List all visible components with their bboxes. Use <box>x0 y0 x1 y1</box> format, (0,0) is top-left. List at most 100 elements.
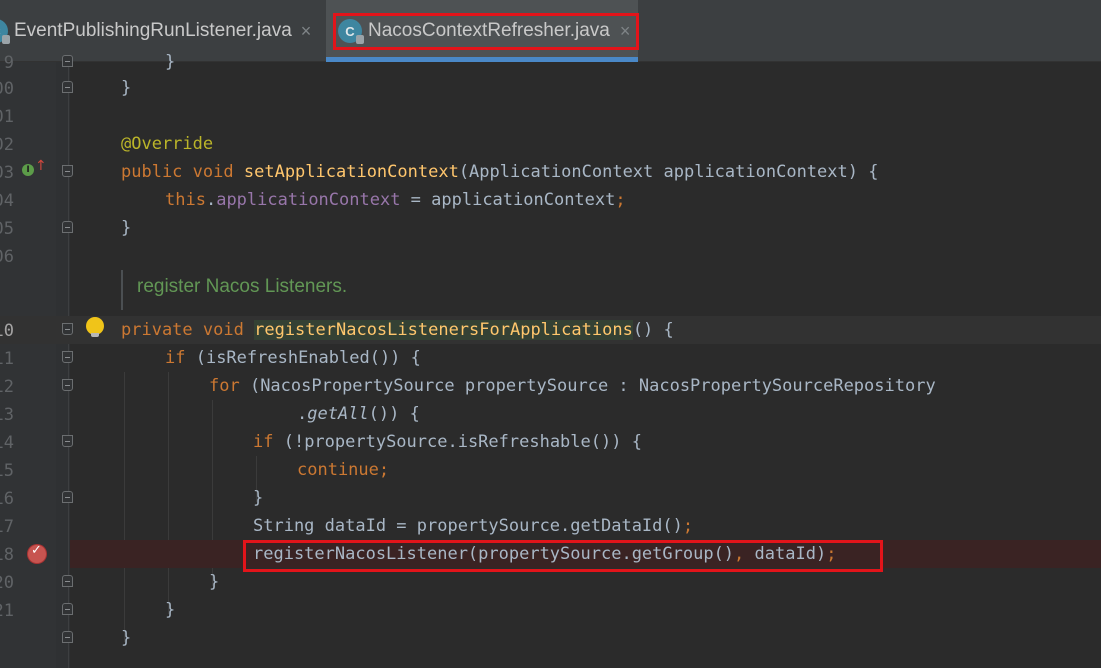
fold-marker-icon[interactable] <box>62 379 73 391</box>
keyword: if <box>253 432 274 452</box>
line-number: 00 <box>0 79 14 99</box>
code-line: 15 continue; <box>0 456 1101 484</box>
code-text: for (NacosPropertySource propertySource … <box>209 376 936 396</box>
implements-method-icon[interactable]: I <box>22 164 34 176</box>
keyword: if <box>165 348 186 368</box>
line-number: 01 <box>0 107 14 127</box>
fold-marker-icon[interactable] <box>62 221 73 233</box>
code-line: 16 } <box>0 484 1101 512</box>
code-token: ; <box>615 190 626 210</box>
code-text: if (isRefreshEnabled()) { <box>165 348 421 368</box>
fold-marker-icon[interactable] <box>62 323 73 335</box>
line-number: 17 <box>0 517 14 537</box>
code-line-breakpoint: registerNacosListener(propertySource.get… <box>70 540 1101 568</box>
code-text: @Override <box>121 134 213 154</box>
override-arrow-icon[interactable]: ↑ <box>35 158 47 174</box>
java-class-icon: C <box>338 19 364 44</box>
line-number: 12 <box>0 377 14 397</box>
code-token: . <box>205 190 217 210</box>
code-token: . <box>297 404 308 424</box>
code-text: } <box>209 572 220 592</box>
code-text: String dataId = propertySource.getDataId… <box>253 516 693 536</box>
code-token: , <box>734 544 745 564</box>
keyword: private <box>121 320 193 340</box>
code-text: if (!propertySource.isRefreshable()) { <box>253 432 642 452</box>
doc-comment-text: register Nacos Listeners. <box>137 276 348 297</box>
fold-marker-icon[interactable] <box>62 351 73 363</box>
method-name: setApplicationContext <box>243 162 459 182</box>
code-text: } <box>253 488 264 508</box>
code-line: 05 } <box>0 214 1101 242</box>
code-token: ()) { <box>368 404 420 424</box>
code-line: 01 <box>0 102 1101 130</box>
fold-marker-icon[interactable] <box>62 491 73 503</box>
code-token: (ApplicationContext applicationContext) … <box>458 162 879 182</box>
fold-marker-icon[interactable] <box>62 603 73 615</box>
fold-marker-icon[interactable] <box>62 631 73 643</box>
code-line: 21 } <box>0 596 1101 624</box>
line-number: 06 <box>0 247 14 267</box>
code-token: dataId) <box>744 544 827 564</box>
close-icon[interactable]: × <box>620 21 631 42</box>
code-text: } <box>121 628 132 648</box>
line-number: 02 <box>0 135 14 155</box>
code-line: 9 } <box>0 48 1101 76</box>
code-editor[interactable]: 9 } 00 } 01 02 @Override 03 public void … <box>0 52 1101 668</box>
fold-marker-icon[interactable] <box>62 81 73 93</box>
code-text: registerNacosListener(propertySource.get… <box>253 544 836 564</box>
code-line-current: 10 private void registerNacosListenersFo… <box>0 316 1101 344</box>
lightbulb-icon[interactable] <box>86 317 104 337</box>
doc-comment[interactable]: register Nacos Listeners. <box>121 270 1023 310</box>
tab-label: NacosContextRefresher.java <box>368 20 610 41</box>
fold-marker-icon[interactable] <box>62 55 73 67</box>
code-text: } <box>165 52 176 72</box>
code-text: this.applicationContext = applicationCon… <box>165 190 626 210</box>
code-line: } <box>0 624 1101 652</box>
code-token: ; <box>378 460 390 480</box>
fold-marker-icon[interactable] <box>62 165 73 177</box>
fold-marker-icon[interactable] <box>62 435 73 447</box>
code-line: 03 public void setApplicationContext(App… <box>0 158 1101 186</box>
field: applicationContext <box>216 190 401 210</box>
code-line: 14 if (!propertySource.isRefreshable()) … <box>0 428 1101 456</box>
code-token: ; <box>826 544 837 564</box>
line-number: 18 <box>0 545 14 565</box>
code-token: (isRefreshEnabled()) { <box>185 348 421 368</box>
breakpoint-icon[interactable] <box>28 543 46 563</box>
code-token: (!propertySource.isRefreshable()) { <box>273 432 642 452</box>
line-number: 9 <box>3 53 14 73</box>
annotation: @Override <box>121 134 214 154</box>
line-number: 16 <box>0 489 14 509</box>
code-text: private void registerNacosListenersForAp… <box>121 320 674 340</box>
code-line: 13 .getAll()) { <box>0 400 1101 428</box>
line-number: 04 <box>0 191 14 211</box>
keyword: void <box>202 320 244 340</box>
code-text: } <box>121 218 132 238</box>
line-number: 14 <box>0 433 14 453</box>
tab-label: EventPublishingRunListener.java <box>14 20 292 41</box>
keyword: void <box>192 162 234 182</box>
line-number: 13 <box>0 405 14 425</box>
code-text: } <box>165 600 176 620</box>
code-line: 02 @Override <box>0 130 1101 158</box>
keyword: public <box>121 162 183 182</box>
code-line: 11 if (isRefreshEnabled()) { <box>0 344 1101 372</box>
line-number: 15 <box>0 461 14 481</box>
method-name: registerNacosListenersForApplications <box>254 320 633 340</box>
keyword: for <box>209 376 240 396</box>
line-number: 03 <box>0 163 14 183</box>
code-token: (NacosPropertySource propertySource : Na… <box>239 376 936 396</box>
code-text: } <box>121 78 132 98</box>
close-icon[interactable]: × <box>301 21 312 42</box>
method-call: getAll <box>307 404 369 424</box>
code-text: .getAll()) { <box>297 404 420 424</box>
java-class-icon: C <box>0 19 10 44</box>
code-line: 04 this.applicationContext = application… <box>0 186 1101 214</box>
code-token: = applicationContext <box>400 190 616 210</box>
code-token: registerNacosListener(propertySource.get… <box>253 544 735 564</box>
code-token: String dataId = propertySource.getDataId… <box>253 516 683 536</box>
line-number: 10 <box>0 321 14 341</box>
code-line: 20 } <box>0 568 1101 596</box>
fold-marker-icon[interactable] <box>62 575 73 587</box>
code-text: continue; <box>297 460 389 480</box>
